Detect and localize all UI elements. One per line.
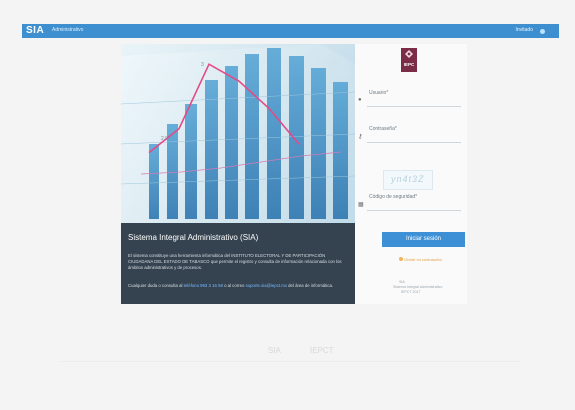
username-underline bbox=[367, 106, 461, 107]
password-field[interactable] bbox=[367, 134, 461, 141]
hero-contact: Cualquier duda o consulta al teléfono 99… bbox=[128, 283, 350, 289]
chart-bar bbox=[225, 66, 238, 219]
forgot-icon bbox=[399, 257, 403, 261]
user-label[interactable]: Invitado bbox=[515, 27, 533, 33]
password-label: Contraseña* bbox=[369, 126, 397, 132]
captcha-text: yn4t3Z bbox=[391, 174, 425, 184]
contact-phone-link[interactable]: teléfono 993 3 16 58 bbox=[184, 283, 223, 288]
page-footer-divider bbox=[60, 361, 520, 362]
hero-panel: 2.5 3 Sistema Integral Administrativo (S… bbox=[121, 44, 355, 304]
password-underline bbox=[367, 142, 461, 143]
panel-footer-title: SIA bbox=[399, 280, 405, 284]
chart-label: 3 bbox=[201, 62, 204, 68]
hero-title: Sistema Integral Administrativo (SIA) bbox=[128, 233, 259, 242]
contact-prefix: Cualquier duda o consulta al bbox=[128, 283, 183, 288]
panel-footer-subtitle: Sistema Integral Administrativo bbox=[393, 285, 443, 289]
username-label: Usuario* bbox=[369, 90, 389, 96]
chart-bar bbox=[185, 104, 197, 219]
brand-logo[interactable]: SIA bbox=[26, 25, 44, 36]
top-navbar: SIA Administrativo Invitado bbox=[22, 24, 559, 38]
captcha-label: Código de seguridad* bbox=[369, 194, 418, 200]
chart-bar bbox=[245, 54, 259, 219]
chart-bar bbox=[267, 48, 281, 219]
page-footer-right: IEPCT bbox=[310, 346, 334, 355]
chart-bar bbox=[311, 68, 326, 219]
logo-text: IEPC bbox=[403, 62, 415, 67]
page-footer-left: SIA bbox=[268, 346, 281, 355]
hero-description: El sistema constituye una herramienta in… bbox=[128, 253, 342, 270]
logo-icon bbox=[405, 50, 413, 58]
captcha-underline bbox=[367, 210, 461, 211]
username-field[interactable] bbox=[367, 98, 461, 105]
hero-chart-image: 2.5 3 bbox=[121, 44, 355, 224]
forgot-password-link[interactable]: Olvidé mi contraseña bbox=[404, 257, 442, 262]
login-button[interactable]: Iniciar sesión bbox=[382, 232, 465, 247]
contact-email-link[interactable]: soporte.sia@iepct.mx bbox=[246, 283, 287, 288]
chart-bar bbox=[289, 56, 304, 219]
status-icon bbox=[540, 29, 545, 34]
key-icon: ⚷ bbox=[358, 134, 363, 140]
iepc-logo: IEPC bbox=[401, 48, 417, 72]
contact-mid: o al correo bbox=[224, 283, 245, 288]
login-panel: IEPC Usuario* ● Contraseña* ⚷ yn4t3Z Cód… bbox=[355, 44, 467, 304]
chart-bar bbox=[167, 124, 178, 219]
chart-bar bbox=[149, 144, 159, 219]
panel-footer-year: IEPCT 2017 bbox=[401, 290, 421, 294]
user-icon: ● bbox=[358, 97, 362, 103]
captcha-image: yn4t3Z bbox=[383, 170, 433, 190]
captcha-field[interactable] bbox=[367, 202, 461, 209]
chart-label: 2.5 bbox=[161, 136, 168, 142]
brand-subtitle: Administrativo bbox=[52, 27, 84, 33]
chart-bar bbox=[333, 82, 348, 219]
contact-suffix: del área de informática. bbox=[288, 283, 334, 288]
chart-bar bbox=[205, 80, 218, 219]
hero-info-overlay: Sistema Integral Administrativo (SIA) El… bbox=[121, 223, 355, 304]
captcha-icon: ▦ bbox=[358, 202, 364, 208]
